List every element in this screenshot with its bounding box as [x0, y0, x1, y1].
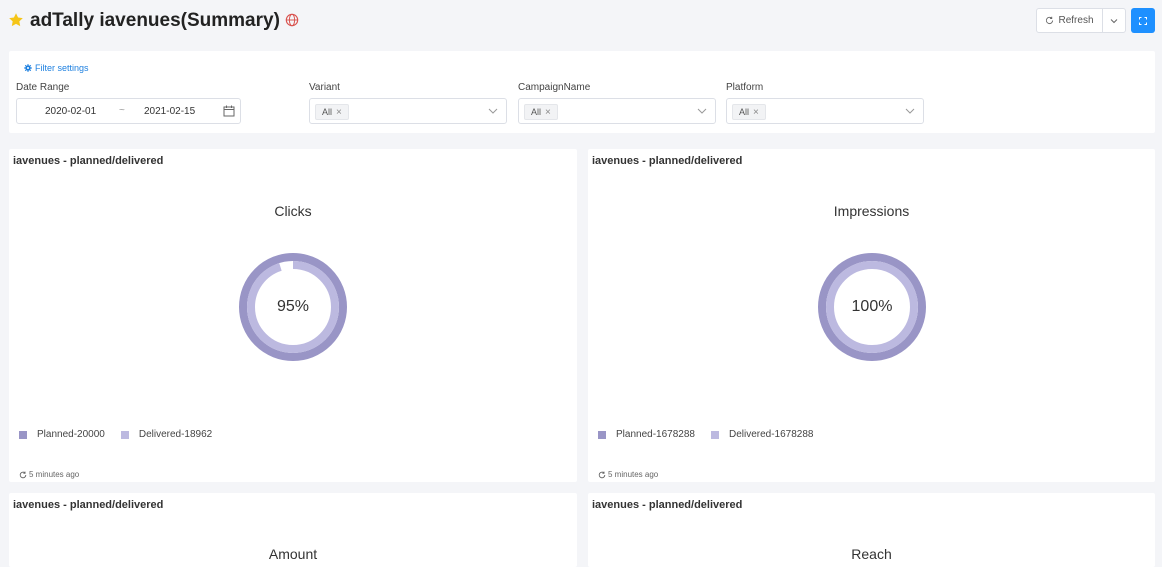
last-updated: 5 minutes ago — [598, 470, 658, 479]
card-title: iavenues - planned/delivered — [592, 155, 743, 167]
planned-swatch — [19, 430, 27, 439]
chevron-down-icon — [905, 108, 915, 114]
date-range-picker[interactable]: 2020-02-01 ~ 2021-02-15 — [16, 98, 241, 124]
close-icon[interactable]: × — [336, 107, 342, 118]
clicks-card: iavenues - planned/delivered Clicks 95% … — [9, 149, 577, 482]
metric-title: Amount — [268, 546, 318, 562]
chart-legend: Planned-20000 Delivered-18962 — [19, 429, 212, 440]
date-range-label: Date Range — [16, 82, 70, 93]
legend-item-delivered[interactable]: Delivered-1678288 — [710, 429, 814, 440]
legend-item-planned[interactable]: Planned-1678288 — [598, 429, 695, 440]
card-title: iavenues - planned/delivered — [13, 155, 164, 167]
close-icon[interactable]: × — [753, 107, 759, 118]
refresh-icon — [1046, 16, 1054, 25]
metric-title: Reach — [851, 546, 892, 562]
amount-card: iavenues - planned/delivered Amount — [9, 493, 577, 567]
metric-title: Impressions — [833, 203, 910, 219]
page-title: adTally iavenues(Summary) — [30, 10, 280, 31]
platform-tag: All × — [732, 104, 766, 120]
chevron-down-icon — [1110, 18, 1118, 23]
close-icon[interactable]: × — [545, 107, 551, 118]
platform-select[interactable]: All × — [726, 98, 924, 124]
reach-card: iavenues - planned/delivered Reach — [588, 493, 1155, 567]
legend-delivered-label: Delivered-18962 — [138, 429, 213, 440]
last-updated: 5 minutes ago — [19, 470, 79, 479]
start-date[interactable]: 2020-02-01 — [45, 106, 96, 117]
refresh-icon — [598, 471, 606, 478]
filter-settings-label: Filter settings — [35, 63, 89, 73]
legend-item-delivered[interactable]: Delivered-18962 — [120, 429, 213, 440]
campaign-tag-label: All — [531, 107, 542, 117]
chevron-down-icon — [488, 108, 498, 114]
card-title: iavenues - planned/delivered — [592, 499, 743, 511]
last-updated-label: 5 minutes ago — [29, 470, 80, 479]
chart-legend: Planned-1678288 Delivered-1678288 — [598, 429, 813, 440]
percent-label: 100% — [851, 298, 893, 315]
legend-planned-label: Planned-1678288 — [616, 429, 695, 440]
refresh-label: Refresh — [1058, 15, 1094, 26]
last-updated-label: 5 minutes ago — [608, 470, 659, 479]
platform-label: Platform — [726, 82, 764, 93]
percent-label: 95% — [276, 298, 310, 315]
legend-delivered-label: Delivered-1678288 — [728, 429, 814, 440]
metric-title: Clicks — [274, 203, 312, 219]
legend-planned-label: Planned-20000 — [37, 429, 105, 440]
refresh-options-button[interactable] — [1102, 8, 1126, 33]
chevron-down-icon — [697, 108, 707, 114]
calendar-icon[interactable] — [223, 105, 235, 117]
gear-icon — [24, 64, 32, 72]
refresh-icon — [19, 471, 27, 478]
expand-icon — [1139, 16, 1147, 25]
variant-select[interactable]: All × — [309, 98, 507, 124]
platform-tag-label: All — [739, 107, 750, 117]
star-icon[interactable] — [8, 12, 24, 28]
end-date[interactable]: 2021-02-15 — [144, 106, 195, 117]
refresh-button[interactable]: Refresh — [1036, 8, 1103, 33]
page-header: adTally iavenues(Summary) Refresh — [0, 0, 1162, 44]
impressions-card: iavenues - planned/delivered Impressions… — [588, 149, 1155, 482]
legend-item-planned[interactable]: Planned-20000 — [19, 429, 105, 440]
filter-panel: Filter settings Date Range 2020-02-01 ~ … — [9, 51, 1155, 133]
fullscreen-button[interactable] — [1131, 8, 1155, 33]
campaign-tag: All × — [524, 104, 558, 120]
variant-tag-label: All — [322, 107, 333, 117]
campaign-select[interactable]: All × — [518, 98, 716, 124]
globe-icon[interactable] — [285, 13, 299, 27]
variant-label: Variant — [309, 82, 340, 93]
campaign-label: CampaignName — [518, 82, 591, 93]
delivered-swatch — [120, 430, 129, 439]
delivered-swatch — [710, 430, 719, 439]
card-title: iavenues - planned/delivered — [13, 499, 164, 511]
variant-tag: All × — [315, 104, 349, 120]
date-separator: ~ — [119, 105, 125, 116]
filter-settings-link[interactable]: Filter settings — [24, 63, 89, 73]
planned-swatch — [598, 430, 606, 439]
